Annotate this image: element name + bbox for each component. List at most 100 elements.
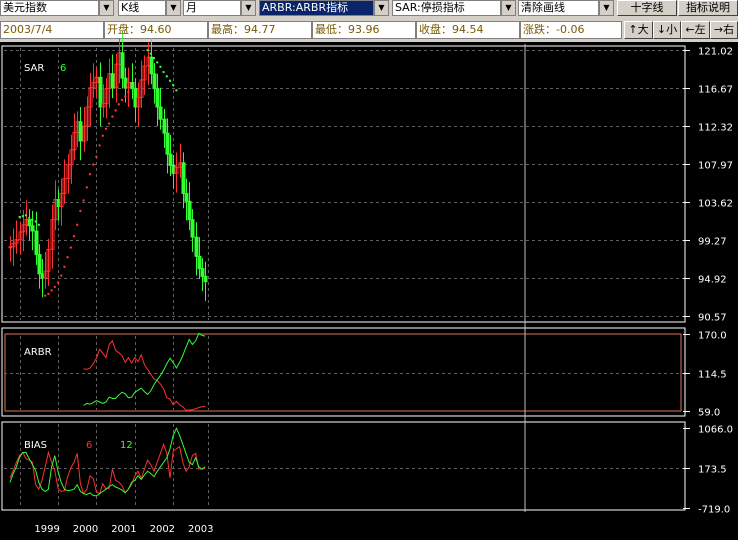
candle-body [155, 88, 160, 108]
sar-point [28, 216, 31, 220]
sar-point [111, 115, 114, 118]
sar-point [47, 292, 50, 296]
sar-point [108, 122, 111, 125]
sar-point [18, 215, 21, 219]
sar-point [101, 134, 105, 137]
sar-point [162, 70, 165, 74]
sar-point [117, 103, 121, 106]
candle-body [190, 219, 195, 238]
sar-point [146, 48, 149, 52]
sar-point [92, 163, 95, 166]
sar-point [63, 265, 66, 269]
sar-param: 6 [60, 63, 66, 74]
candle-body [37, 254, 42, 275]
y-tick-label: 103.62 [698, 199, 733, 210]
y-tick-label: -719.0 [698, 505, 730, 516]
y-tick-label: 94.92 [698, 275, 727, 286]
arbr-title: ARBR [24, 347, 52, 358]
candle-body [162, 118, 167, 134]
sar-title: SAR [24, 63, 44, 74]
sar-point [124, 95, 127, 98]
candle-body [78, 121, 83, 142]
sar-point [82, 199, 85, 202]
sar-point [175, 89, 178, 92]
grid-lines [4, 48, 683, 508]
chart-canvas[interactable]: SAR 6 ARBR BIAS 6 12 121.02 116.67 112.32 1… [0, 0, 738, 540]
y-tick-label: 90.57 [698, 313, 727, 324]
bias6-label: 6 [86, 440, 92, 451]
x-tick-label: 2002 [150, 524, 175, 535]
x-tick-label: 2001 [111, 524, 136, 535]
sar-point [149, 52, 152, 55]
x-tick-label: 2003 [188, 524, 213, 535]
sar-point [104, 127, 108, 130]
bias-title: BIAS [24, 440, 47, 451]
sar-point [21, 214, 24, 218]
sar-point [120, 98, 124, 102]
y-tick-label: 114.5 [698, 370, 727, 381]
candle-body [168, 153, 173, 166]
sar-point [50, 289, 53, 292]
sar-point [88, 173, 92, 176]
sar-point [56, 281, 60, 284]
main-panel-frame [1, 45, 686, 323]
candle-body [187, 200, 192, 221]
arbr-panel-inner-frame [4, 333, 682, 412]
sar-point [60, 274, 63, 277]
candle-body [149, 56, 154, 75]
sar-point [66, 256, 69, 259]
candle-body [120, 52, 125, 79]
candle-body [165, 132, 170, 155]
ar-line [83, 339, 206, 411]
sar-point [85, 186, 89, 189]
sar-point [37, 223, 40, 227]
bias6-line [9, 442, 206, 495]
candle-body [194, 236, 199, 257]
candle-body [158, 106, 163, 120]
candle-body [130, 81, 135, 90]
candle-body [30, 225, 35, 232]
x-tick-label: 1999 [34, 524, 59, 535]
sar-point [152, 56, 156, 60]
sar-point [24, 214, 28, 217]
y-tick-label: 59.0 [698, 408, 720, 419]
candle-body [27, 219, 32, 227]
sar-point [72, 235, 76, 238]
sar-point [69, 246, 73, 249]
y-tick-label: 1066.0 [698, 425, 733, 436]
candle-body [203, 275, 208, 283]
br-line [83, 332, 206, 406]
sar-point [53, 285, 56, 289]
y-tick-label: 116.67 [698, 85, 733, 96]
sar-point [127, 90, 130, 94]
sar-point [168, 79, 172, 82]
sar-point [98, 144, 101, 147]
y-tick-label: 112.32 [698, 123, 733, 134]
sar-point [156, 61, 159, 64]
y-tick-label: 173.5 [698, 465, 727, 476]
sar-point [165, 75, 168, 78]
y-tick-label: 99.27 [698, 237, 727, 248]
candle-body [98, 76, 103, 108]
sar-point [34, 220, 37, 223]
sar-point [31, 218, 34, 221]
candle-body [197, 255, 202, 270]
sar-point [95, 155, 98, 158]
bias12-label: 12 [120, 440, 133, 451]
y-tick-label: 170.0 [698, 331, 727, 342]
candle-body [181, 162, 186, 194]
sar-point [159, 65, 162, 68]
bias-panel-frame [1, 421, 686, 511]
y-tick-label: 121.02 [698, 47, 733, 58]
bias12-line [9, 427, 206, 497]
sar-point [76, 223, 79, 227]
candle-body [152, 73, 157, 90]
sar-point [79, 209, 82, 213]
candle-body [34, 230, 39, 256]
y-tick-label: 107.97 [698, 161, 733, 172]
candle-body [184, 192, 189, 202]
x-tick-label: 2000 [73, 524, 98, 535]
candle-body [110, 73, 115, 89]
sar-point [44, 294, 47, 297]
sar-point [172, 83, 175, 87]
